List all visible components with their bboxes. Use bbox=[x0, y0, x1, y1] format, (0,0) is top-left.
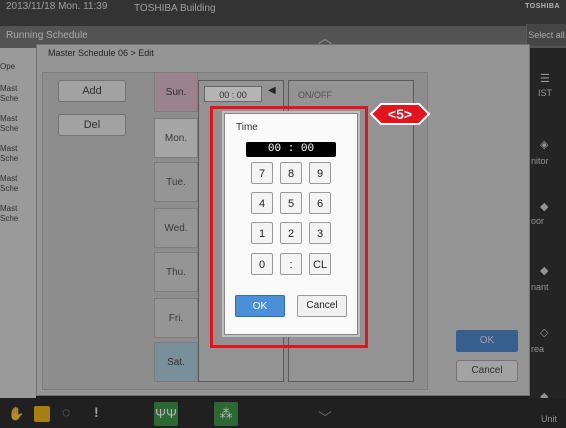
key-6[interactable]: 6 bbox=[309, 192, 331, 214]
time-cancel-button[interactable]: Cancel bbox=[297, 295, 347, 317]
key-8[interactable]: 8 bbox=[280, 162, 302, 184]
time-ok-button[interactable]: OK bbox=[235, 295, 285, 317]
key-clear[interactable]: CL bbox=[309, 253, 331, 275]
key-3[interactable]: 3 bbox=[309, 222, 331, 244]
key-0[interactable]: 0 bbox=[251, 253, 273, 275]
key-4[interactable]: 4 bbox=[251, 192, 273, 214]
time-display: 00 : 00 bbox=[246, 142, 336, 157]
key-colon[interactable]: : bbox=[280, 253, 302, 275]
key-7[interactable]: 7 bbox=[251, 162, 273, 184]
time-dialog-title: Time bbox=[236, 122, 258, 133]
key-2[interactable]: 2 bbox=[280, 222, 302, 244]
key-5[interactable]: 5 bbox=[280, 192, 302, 214]
key-1[interactable]: 1 bbox=[251, 222, 273, 244]
callout-label: <5> bbox=[387, 106, 413, 122]
key-9[interactable]: 9 bbox=[309, 162, 331, 184]
